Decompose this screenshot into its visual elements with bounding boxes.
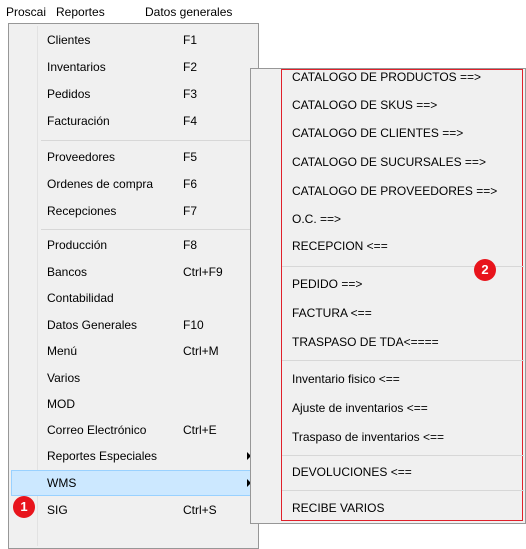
menu-item-wms[interactable]: WMS	[11, 470, 256, 496]
menu-item-shortcut: F5	[183, 150, 198, 164]
menu-item-produccion[interactable]: Producción F8	[11, 232, 256, 258]
submenu-item-pedido[interactable]: PEDIDO ==>	[292, 273, 362, 295]
wms-submenu: CATALOGO DE PRODUCTOS ==> CATALOGO DE SK…	[250, 68, 526, 524]
menu-item-contabilidad[interactable]: Contabilidad	[11, 285, 256, 311]
menu-item-label: Pedidos	[47, 87, 91, 101]
submenu-item-recepcion[interactable]: RECEPCION <==	[292, 235, 388, 257]
menu-item-label: Correo Electrónico	[47, 423, 147, 437]
menu-item-sig[interactable]: SIG Ctrl+S	[11, 497, 256, 523]
menu-item-pedidos[interactable]: Pedidos F3	[11, 81, 256, 107]
submenu-item-catalogo-sucursales[interactable]: CATALOGO DE SUCURSALES ==>	[292, 151, 486, 173]
menu-item-label: Datos Generales	[47, 318, 138, 332]
submenu-item-inventario-fisico[interactable]: Inventario fisico <==	[292, 368, 400, 390]
menu-item-label: Bancos	[47, 265, 88, 279]
submenu-separator	[282, 490, 524, 491]
menu-item-inventarios[interactable]: Inventarios F2	[11, 54, 256, 80]
submenu-item-catalogo-skus[interactable]: CATALOGO DE SKUS ==>	[292, 94, 437, 116]
menu-item-shortcut: F3	[183, 87, 198, 101]
submenu-item-catalogo-clientes[interactable]: CATALOGO DE CLIENTES ==>	[292, 122, 463, 144]
menu-item-ordenes-de-compra[interactable]: Ordenes de compra F6	[11, 171, 256, 197]
menu-item-shortcut: F2	[183, 60, 198, 74]
menu-item-label: WMS	[47, 476, 77, 490]
menu-item-shortcut: F6	[183, 177, 198, 191]
submenu-item-traspaso-tda[interactable]: TRASPASO DE TDA<====	[292, 331, 439, 353]
submenu-item-ajuste-inventarios[interactable]: Ajuste de inventarios <==	[292, 397, 428, 419]
menu-item-shortcut: Ctrl+S	[183, 503, 217, 517]
menubar-proscai[interactable]: Proscai	[4, 4, 48, 20]
annotation-badge-2: 2	[474, 259, 496, 281]
menu-item-label: SIG	[47, 503, 68, 517]
menu-separator	[41, 229, 256, 230]
menu-item-label: Clientes	[47, 33, 91, 47]
menu-item-shortcut: F10	[183, 318, 204, 332]
menu-item-proveedores[interactable]: Proveedores F5	[11, 144, 256, 170]
menu-bar: Proscai Reportes Datos generales	[0, 0, 526, 22]
menu-item-label: Reportes Especiales	[47, 449, 158, 463]
menu-item-label: Facturación	[47, 114, 110, 128]
menu-separator	[41, 140, 256, 141]
menu-item-label: Contabilidad	[47, 291, 114, 305]
menubar-datos-generales[interactable]: Datos generales	[143, 4, 234, 20]
menubar-reportes[interactable]: Reportes	[54, 4, 107, 20]
menu-item-label: MOD	[47, 397, 75, 411]
menu-item-bancos[interactable]: Bancos Ctrl+F9	[11, 259, 256, 285]
menu-item-reportes-especiales[interactable]: Reportes Especiales	[11, 443, 256, 469]
menu-item-facturacion[interactable]: Facturación F4	[11, 108, 256, 134]
menu-item-shortcut: F8	[183, 238, 198, 252]
submenu-separator	[282, 455, 524, 456]
submenu-item-factura[interactable]: FACTURA <==	[292, 302, 372, 324]
menu-item-label: Inventarios	[47, 60, 106, 74]
menu-item-label: Ordenes de compra	[47, 177, 154, 191]
menu-item-shortcut: F4	[183, 114, 198, 128]
menu-item-label: Recepciones	[47, 204, 117, 218]
menu-item-recepciones[interactable]: Recepciones F7	[11, 198, 256, 224]
menu-item-label: Menú	[47, 344, 78, 358]
menu-item-datos-generales[interactable]: Datos Generales F10	[11, 312, 256, 338]
menu-item-label: Producción	[47, 238, 108, 252]
submenu-item-recibe-varios[interactable]: RECIBE VARIOS	[292, 497, 384, 519]
submenu-item-catalogo-proveedores[interactable]: CATALOGO DE PROVEEDORES ==>	[292, 180, 497, 202]
menu-item-shortcut: Ctrl+M	[183, 344, 219, 358]
annotation-badge-1: 1	[13, 496, 35, 518]
proscai-dropdown-menu: Clientes F1 Inventarios F2 Pedidos F3 Fa…	[8, 23, 259, 549]
submenu-separator	[282, 360, 524, 361]
menu-item-varios[interactable]: Varios	[11, 365, 256, 391]
menu-item-mod[interactable]: MOD	[11, 391, 256, 417]
menu-item-clientes[interactable]: Clientes F1	[11, 27, 256, 53]
menu-item-menu[interactable]: Menú Ctrl+M	[11, 338, 256, 364]
submenu-item-traspaso-inventarios[interactable]: Traspaso de inventarios <==	[292, 426, 444, 448]
submenu-item-catalogo-productos[interactable]: CATALOGO DE PRODUCTOS ==>	[292, 66, 481, 88]
menu-item-shortcut: Ctrl+F9	[183, 265, 223, 279]
menu-item-shortcut: Ctrl+E	[183, 423, 217, 437]
menu-item-correo-electronico[interactable]: Correo Electrónico Ctrl+E	[11, 417, 256, 443]
menu-item-label: Varios	[47, 371, 81, 385]
menu-item-shortcut: F1	[183, 33, 198, 47]
menu-item-label: Proveedores	[47, 150, 116, 164]
menu-item-shortcut: F7	[183, 204, 198, 218]
submenu-item-devoluciones[interactable]: DEVOLUCIONES <==	[292, 461, 412, 483]
submenu-item-oc[interactable]: O.C. ==>	[292, 208, 341, 230]
